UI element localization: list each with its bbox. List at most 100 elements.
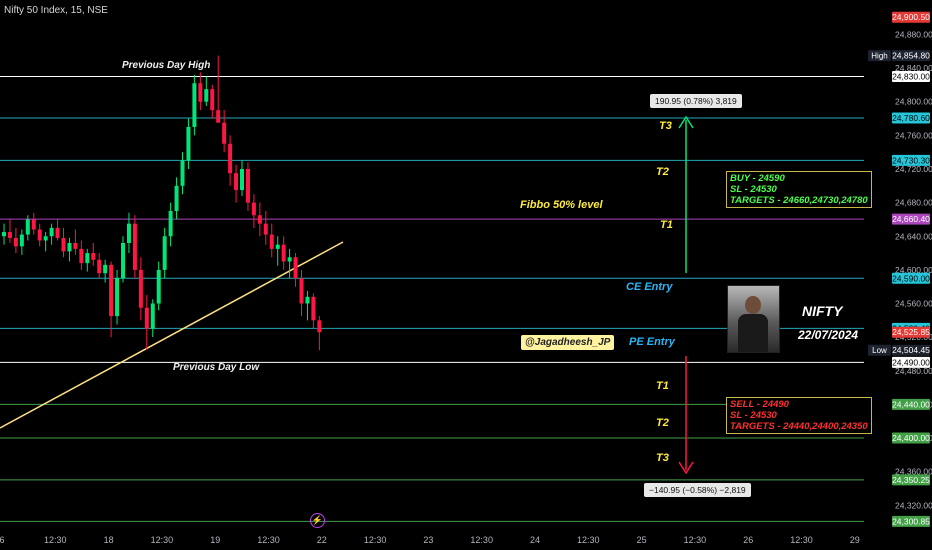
time-tick-label: 12:30 bbox=[684, 535, 707, 545]
time-tick-label: 12:30 bbox=[577, 535, 600, 545]
candle-body[interactable] bbox=[204, 89, 209, 102]
fibbo-label: Fibbo 50% level bbox=[520, 199, 603, 211]
candle-body[interactable] bbox=[7, 232, 12, 238]
price-tag-label: 24,590.00 bbox=[892, 273, 930, 283]
time-tick-label: 19 bbox=[210, 535, 220, 545]
sell-setup-box: SELL - 24490 SL - 24530 TARGETS - 24440,… bbox=[726, 397, 872, 434]
candle-body[interactable] bbox=[115, 278, 120, 317]
candle-body[interactable] bbox=[97, 259, 102, 274]
price-tag-label: 24,504.45 bbox=[892, 345, 930, 355]
candle-body[interactable] bbox=[55, 227, 60, 238]
price-tag-label: 24,660.40 bbox=[892, 214, 930, 224]
candle-body[interactable] bbox=[174, 185, 179, 212]
candle-body[interactable] bbox=[61, 237, 66, 252]
candle-body[interactable] bbox=[269, 234, 274, 249]
price-tag-prefix: High bbox=[871, 52, 887, 61]
measure-down-label: −140.95 (−0.58%) −2,819 bbox=[644, 483, 751, 497]
time-tick-label: 12:30 bbox=[151, 535, 174, 545]
candle-body[interactable] bbox=[317, 320, 322, 333]
price-tag-label: 24,730.30 bbox=[892, 155, 930, 165]
buy-targets-line: TARGETS - 24660,24730,24780 bbox=[730, 195, 868, 206]
measure-up-label: 190.95 (0.78%) 3,819 bbox=[650, 94, 742, 108]
time-tick-label: 18 bbox=[104, 535, 114, 545]
time-tick-label: 22 bbox=[317, 535, 327, 545]
target-up-t2: T2 bbox=[656, 166, 669, 178]
price-tick-label: 24,800.00 bbox=[895, 97, 932, 107]
target-up-t3: T3 bbox=[659, 120, 672, 132]
candle-body[interactable] bbox=[73, 242, 78, 249]
candle-body[interactable] bbox=[192, 83, 197, 127]
candle-body[interactable] bbox=[37, 229, 42, 241]
target-down-t2: T2 bbox=[656, 417, 669, 429]
pe-entry-label: PE Entry bbox=[629, 336, 675, 348]
candle-body[interactable] bbox=[305, 296, 310, 304]
sell-targets-line: TARGETS - 24440,24400,24350 bbox=[730, 421, 868, 432]
time-tick-label: 12:30 bbox=[790, 535, 813, 545]
candle-body[interactable] bbox=[121, 242, 125, 279]
candle-body[interactable] bbox=[293, 257, 298, 279]
candle-body[interactable] bbox=[245, 168, 250, 203]
price-tag-label: 24,830.00 bbox=[892, 72, 930, 82]
candle-body[interactable] bbox=[91, 253, 96, 260]
candle-body[interactable] bbox=[162, 236, 167, 270]
candle-body[interactable] bbox=[138, 269, 143, 308]
sell-entry-line: SELL - 24490 bbox=[730, 399, 789, 410]
author-avatar bbox=[727, 285, 780, 353]
time-tick-label: 12:30 bbox=[364, 535, 387, 545]
candle-body[interactable] bbox=[2, 232, 6, 237]
candle-body[interactable] bbox=[311, 296, 316, 321]
candle-body[interactable] bbox=[144, 307, 149, 329]
buy-entry-line: BUY - 24590 bbox=[730, 173, 785, 184]
price-tag-label: 24,854.80 bbox=[892, 51, 930, 61]
candle-body[interactable] bbox=[150, 303, 155, 329]
price-tag-label: 24,525.85 bbox=[892, 327, 930, 337]
candle-body[interactable] bbox=[168, 211, 173, 237]
candle-body[interactable] bbox=[79, 248, 84, 264]
candle-body[interactable] bbox=[132, 223, 137, 270]
price-tick-label: 24,680.00 bbox=[895, 198, 932, 208]
candle-body[interactable] bbox=[126, 223, 131, 243]
price-tag-label: 24,300.85 bbox=[892, 516, 930, 526]
price-chart[interactable]: 24,880.0024,840.0024,800.0024,760.0024,7… bbox=[0, 0, 932, 550]
candle-body[interactable] bbox=[85, 253, 90, 264]
candle-body[interactable] bbox=[109, 264, 114, 317]
candle-body[interactable] bbox=[49, 227, 54, 237]
time-tick-label: 25 bbox=[637, 535, 647, 545]
candle-body[interactable] bbox=[228, 143, 233, 174]
candle-body[interactable] bbox=[240, 168, 244, 191]
price-tag-label: 24,440.00 bbox=[892, 399, 930, 409]
candle-body[interactable] bbox=[103, 264, 108, 274]
candle-body[interactable] bbox=[281, 244, 286, 262]
brand-title: NIFTY bbox=[802, 303, 843, 319]
price-tag-prefix: Low bbox=[872, 346, 887, 355]
candle-body[interactable] bbox=[186, 126, 191, 161]
candle-body[interactable] bbox=[275, 244, 280, 249]
candle-body[interactable] bbox=[216, 110, 221, 123]
candle-body[interactable] bbox=[198, 83, 203, 102]
lightning-icon[interactable]: ⚡ bbox=[310, 513, 325, 528]
trendline[interactable] bbox=[0, 241, 344, 429]
candle-body[interactable] bbox=[210, 89, 215, 111]
candle-body[interactable] bbox=[222, 122, 227, 144]
candle-body[interactable] bbox=[25, 219, 30, 235]
avatar-head bbox=[745, 296, 761, 314]
price-tag-label: 24,400.00 bbox=[892, 433, 930, 443]
candle-body[interactable] bbox=[251, 202, 256, 216]
candle-body[interactable] bbox=[263, 223, 268, 235]
time-tick-label: 12:30 bbox=[470, 535, 493, 545]
candle-body[interactable] bbox=[31, 219, 36, 230]
candle-body[interactable] bbox=[13, 237, 18, 247]
candle-body[interactable] bbox=[180, 160, 185, 186]
candle-body[interactable] bbox=[19, 234, 24, 247]
target-up-t1: T1 bbox=[660, 219, 673, 231]
candle-body[interactable] bbox=[156, 269, 161, 304]
candle-body[interactable] bbox=[287, 257, 292, 262]
candle-body[interactable] bbox=[299, 278, 304, 304]
target-down-t1: T1 bbox=[656, 380, 669, 392]
chart-date: 22/07/2024 bbox=[798, 328, 859, 342]
candle-body[interactable] bbox=[234, 173, 239, 191]
symbol-title: Nifty 50 Index, 15, NSE bbox=[4, 5, 108, 16]
candle-body[interactable] bbox=[257, 215, 262, 224]
candle-body[interactable] bbox=[67, 242, 72, 252]
candle-body[interactable] bbox=[43, 236, 48, 241]
